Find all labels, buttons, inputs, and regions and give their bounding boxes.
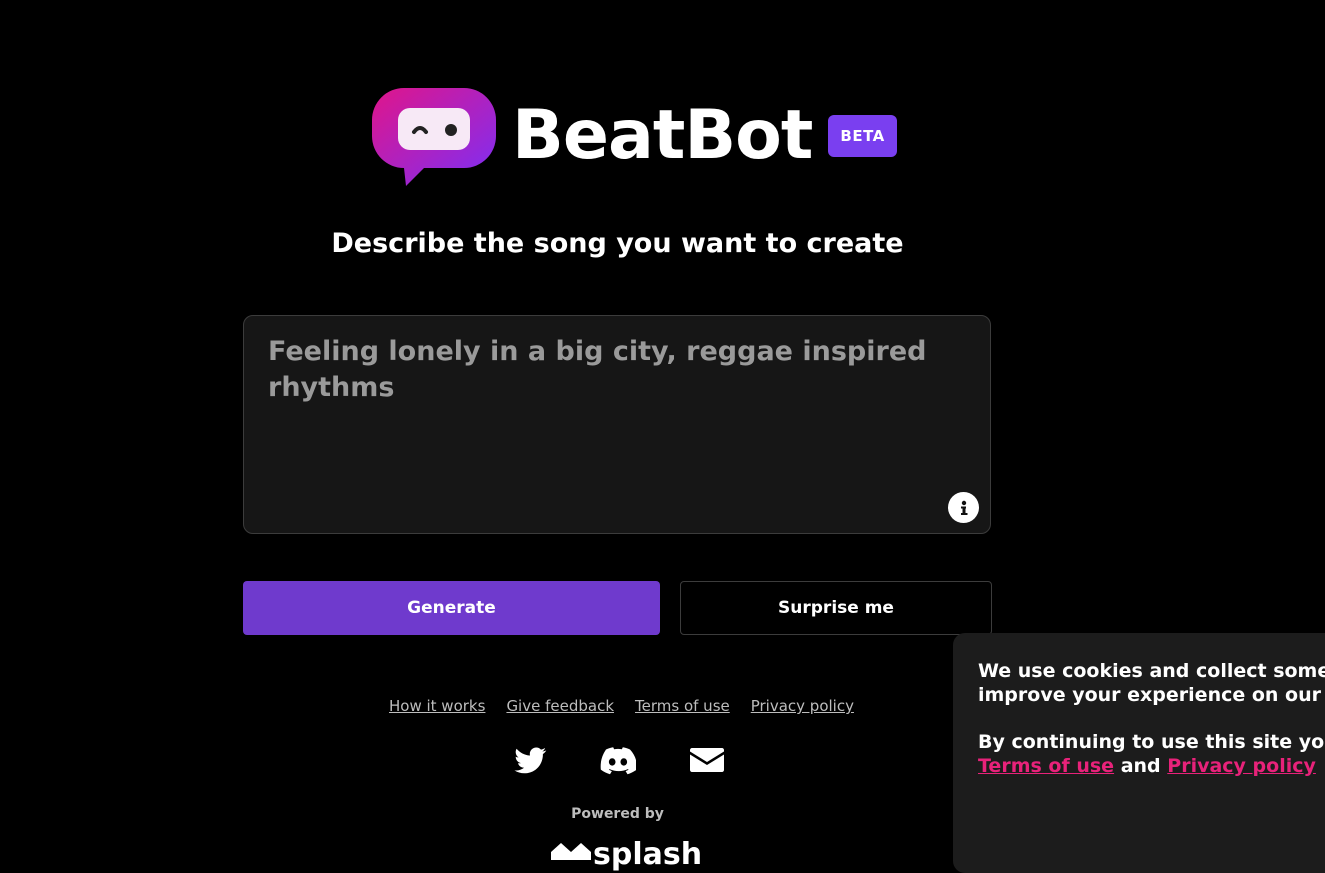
surprise-me-button[interactable]: Surprise me xyxy=(680,581,992,635)
splash-logo-icon xyxy=(551,843,591,860)
give-feedback-link[interactable]: Give feedback xyxy=(506,697,614,715)
cookie-banner: We use cookies and collect some ba impro… xyxy=(953,633,1325,873)
cookie-and-text: and xyxy=(1120,755,1161,777)
info-icon[interactable] xyxy=(948,492,979,523)
splash-logo-text: splash xyxy=(593,837,703,872)
discord-icon[interactable] xyxy=(600,744,636,776)
twitter-icon[interactable] xyxy=(512,744,548,776)
beta-badge: BETA xyxy=(828,115,897,157)
cookie-text-line1: We use cookies and collect some ba xyxy=(978,660,1325,682)
song-prompt-input[interactable] xyxy=(268,334,948,484)
mail-icon[interactable] xyxy=(689,744,725,776)
brand-name: BeatBot xyxy=(512,96,813,175)
social-links xyxy=(512,744,725,776)
cookie-text-line2: improve your experience on our site xyxy=(978,684,1325,706)
page-subtitle: Describe the song you want to create xyxy=(331,228,904,259)
cookie-privacy-link[interactable]: Privacy policy xyxy=(1167,755,1316,777)
beatbot-logo-icon xyxy=(372,88,496,186)
terms-of-use-link[interactable]: Terms of use xyxy=(635,697,730,715)
prompt-container xyxy=(243,315,991,534)
how-it-works-link[interactable]: How it works xyxy=(389,697,485,715)
generate-button[interactable]: Generate xyxy=(243,581,660,635)
header: BeatBot BETA xyxy=(372,84,897,188)
cookie-text-line3: By continuing to use this site you ag xyxy=(978,731,1325,753)
cookie-terms-link[interactable]: Terms of use xyxy=(978,755,1114,777)
splash-logo[interactable]: splash xyxy=(551,840,702,870)
footer-links: How it works Give feedback Terms of use … xyxy=(389,697,854,715)
privacy-policy-link[interactable]: Privacy policy xyxy=(751,697,854,715)
